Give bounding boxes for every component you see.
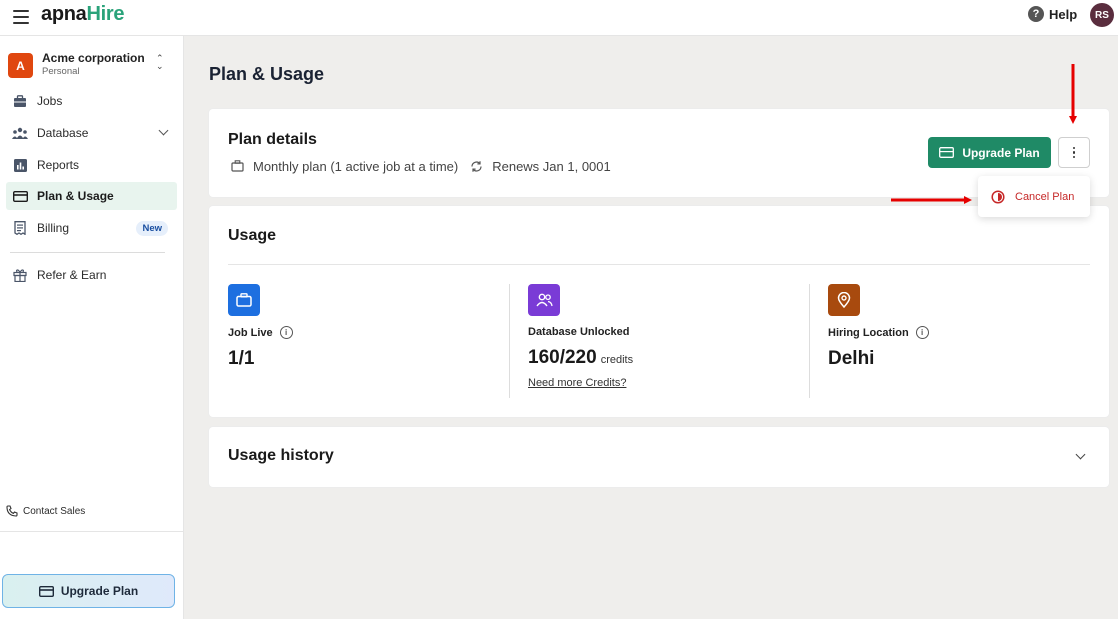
sidebar: A Acme corporation Personal ⌃ ⌄ Jobs Data… [0, 36, 184, 619]
sidebar-item-label: Database [37, 126, 89, 140]
sidebar-item-plan-usage[interactable]: Plan & Usage [6, 182, 177, 210]
usage-label: Job Live i [228, 326, 508, 339]
credit-card-icon [38, 585, 54, 597]
bar-chart-icon [12, 157, 28, 173]
help-icon: ? [1028, 6, 1044, 22]
hiring-location-label: Hiring Location [828, 326, 909, 339]
database-unlocked-label: Database Unlocked [528, 326, 630, 338]
divider [10, 252, 165, 253]
help-label: Help [1049, 6, 1078, 22]
chevron-down-icon [158, 125, 169, 136]
usage-hiring-location: Hiring Location i Delhi [828, 284, 1108, 370]
menu-icon[interactable] [13, 10, 29, 24]
receipt-icon [12, 220, 28, 236]
sidebar-item-label: Billing [37, 221, 70, 235]
org-switcher[interactable]: A Acme corporation Personal ⌃ ⌄ [8, 51, 178, 81]
phone-icon [6, 505, 18, 517]
kebab-dot [1072, 146, 1076, 150]
kebab-dot [1072, 155, 1076, 159]
cancel-plan-label: Cancel Plan [1015, 190, 1075, 203]
logo-suffix: Hire [86, 3, 125, 25]
kebab-dot [1072, 151, 1076, 154]
renewal-text: Renews Jan 1, 0001 [492, 159, 611, 174]
sidebar-item-label: Jobs [37, 94, 63, 108]
people-icon [528, 284, 560, 316]
chevron-up-down-icon: ⌃ ⌄ [156, 53, 164, 71]
credit-card-icon [12, 188, 28, 204]
credit-card-icon [939, 147, 955, 158]
cancel-plan-menu-item[interactable]: Cancel Plan [978, 176, 1090, 217]
chevron-down-icon[interactable] [1075, 449, 1086, 460]
job-live-label: Job Live [228, 326, 273, 339]
sidebar-item-refer-earn[interactable]: Refer & Earn [6, 261, 177, 289]
credits-value: 160/220 [528, 347, 597, 368]
upgrade-plan-label: Upgrade Plan [962, 145, 1040, 160]
info-icon[interactable]: i [279, 326, 293, 339]
plan-details-card: Plan details Monthly plan (1 active job … [209, 109, 1109, 197]
usage-database-unlocked: Database Unlocked 160/220 credits Need mo… [528, 284, 808, 391]
logo-prefix: apna [41, 3, 87, 25]
plan-details-title: Plan details [228, 131, 317, 148]
cancel-icon [991, 189, 1005, 204]
database-unlocked-value: 160/220 credits [528, 347, 808, 369]
sidebar-item-jobs[interactable]: Jobs [6, 87, 177, 115]
refresh-icon [470, 160, 484, 174]
divider [228, 264, 1090, 265]
plan-type-text: Monthly plan (1 active job at a time) [253, 159, 459, 174]
location-pin-icon [828, 284, 860, 316]
usage-label: Hiring Location i [828, 326, 1108, 339]
new-badge: New [136, 221, 168, 236]
org-badge: A [8, 53, 33, 78]
hiring-location-value: Delhi [828, 348, 875, 369]
divider [0, 531, 184, 532]
org-name: Acme corporation [42, 51, 145, 65]
briefcase-icon [12, 93, 28, 109]
avatar[interactable]: RS [1090, 3, 1114, 27]
usage-label: Database Unlocked [528, 326, 808, 338]
usage-history-card[interactable]: Usage history [209, 427, 1109, 487]
sidebar-item-label: Reports [37, 158, 80, 172]
usage-card: Usage Job Live i 1/1 Database Unlocked 1… [209, 206, 1109, 417]
plan-meta: Monthly plan (1 active job at a time) Re… [231, 159, 611, 174]
usage-job-live: Job Live i 1/1 [228, 284, 508, 370]
help-button[interactable]: ? Help [1028, 6, 1077, 22]
people-icon [12, 125, 28, 141]
gift-icon [12, 267, 28, 283]
contact-sales-link[interactable]: Contact Sales [6, 505, 85, 517]
sidebar-upgrade-button[interactable]: Upgrade Plan [2, 574, 175, 608]
usage-title: Usage [228, 227, 277, 244]
contact-sales-label: Contact Sales [23, 505, 86, 517]
app-logo[interactable]: apnaHire [41, 3, 125, 26]
job-live-value: 1/1 [228, 348, 255, 369]
upgrade-label: Upgrade Plan [60, 584, 139, 598]
org-type: Personal [42, 66, 80, 77]
page-title: Plan & Usage [209, 64, 325, 84]
briefcase-outline-icon [231, 159, 245, 174]
credits-unit: credits [600, 354, 634, 366]
info-icon[interactable]: i [915, 326, 929, 339]
column-divider [509, 284, 510, 398]
briefcase-icon [228, 284, 260, 316]
sidebar-item-billing[interactable]: Billing New [6, 214, 177, 242]
sidebar-item-label: Plan & Usage [37, 189, 114, 203]
upgrade-plan-button[interactable]: Upgrade Plan [928, 137, 1051, 168]
sidebar-item-label: Refer & Earn [37, 268, 107, 282]
top-bar: apnaHire ? Help RS [0, 0, 1118, 36]
need-more-credits-link[interactable]: Need more Credits? [528, 377, 626, 389]
sidebar-item-database[interactable]: Database [6, 119, 177, 147]
column-divider [809, 284, 810, 398]
sidebar-item-reports[interactable]: Reports [6, 151, 177, 179]
more-options-button[interactable] [1058, 137, 1090, 168]
usage-history-title: Usage history [228, 447, 334, 464]
